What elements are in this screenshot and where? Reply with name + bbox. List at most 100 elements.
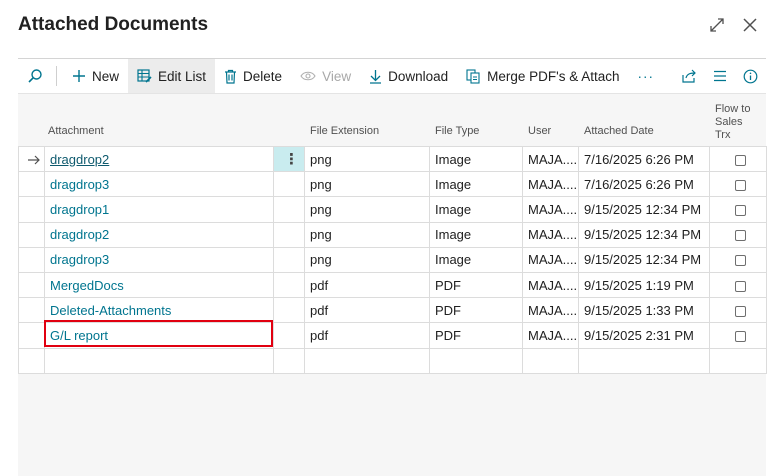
file-type-cell: Image [429, 221, 523, 248]
empty-new-row[interactable] [18, 347, 767, 374]
user-cell: MAJA.... [522, 221, 579, 248]
row-actions-cell[interactable]: ⋮ [273, 145, 305, 173]
more-options-button[interactable]: ··· [629, 59, 664, 93]
user-cell: MAJA.... [522, 171, 579, 198]
row-indicator[interactable] [18, 297, 45, 324]
share-button[interactable] [674, 59, 705, 93]
file-extension-cell: png [304, 246, 430, 273]
flow-to-sales-cell [709, 297, 767, 324]
flow-to-sales-checkbox[interactable] [735, 179, 746, 191]
file-extension-cell: png [304, 221, 430, 248]
table-row[interactable]: dragdrop2 ⋮ png Image MAJA.... 7/16/2025 6:26… [18, 145, 767, 173]
flow-header-line-2: Sales [715, 116, 743, 128]
empty-cell[interactable] [522, 347, 579, 374]
attachment-name-link[interactable]: MergedDocs [44, 271, 274, 299]
empty-cell[interactable] [709, 347, 767, 374]
column-header-file-extension[interactable]: File Extension [310, 94, 430, 146]
close-button[interactable] [739, 14, 761, 36]
view-button[interactable]: View [291, 59, 360, 93]
empty-cell[interactable] [578, 347, 710, 374]
attachment-name-link[interactable]: dragdrop2 [44, 221, 274, 248]
file-type-cell: PDF [429, 322, 523, 349]
row-indicator[interactable] [18, 171, 45, 198]
empty-cell[interactable] [304, 347, 430, 374]
attachment-name-link[interactable]: G/L report [44, 322, 274, 349]
empty-cell[interactable] [429, 347, 523, 374]
table-row[interactable]: MergedDocs pdf PDF MAJA.... 9/15/2025 1:19 P… [18, 271, 767, 299]
attachment-name-link[interactable]: dragdrop1 [44, 196, 274, 223]
dialog-title: Attached Documents [18, 14, 209, 35]
row-indicator[interactable] [18, 246, 45, 273]
list-view-button[interactable] [705, 59, 735, 93]
row-indicator[interactable] [18, 145, 45, 173]
row-actions-cell[interactable] [273, 246, 305, 273]
column-header-attachment[interactable]: Attachment [48, 94, 298, 146]
info-button[interactable] [735, 59, 766, 93]
attachment-name-link[interactable]: dragdrop3 [44, 246, 274, 273]
row-indicator[interactable] [18, 322, 45, 349]
row-actions-cell[interactable] [273, 171, 305, 198]
row-indicator[interactable] [18, 196, 45, 223]
close-icon [742, 17, 758, 33]
table-row[interactable]: dragdrop3 png Image MAJA.... 9/15/2025 12:34… [18, 246, 767, 273]
column-header-user[interactable]: User [528, 94, 583, 146]
attachment-name-link[interactable]: dragdrop3 [44, 171, 274, 198]
flow-to-sales-cell [709, 171, 767, 198]
expand-button[interactable] [706, 14, 728, 36]
flow-to-sales-checkbox[interactable] [735, 205, 746, 217]
row-actions-cell[interactable] [273, 297, 305, 324]
download-button[interactable]: Download [360, 59, 457, 93]
column-header-flow-to-sales-trx[interactable]: Flow to Sales Trx [715, 94, 765, 146]
empty-cell[interactable] [273, 347, 305, 374]
eye-icon [300, 70, 316, 82]
flow-header-line-3: Trx [715, 129, 731, 141]
flow-header-line-1: Flow to [715, 103, 751, 115]
flow-to-sales-checkbox[interactable] [735, 305, 746, 317]
flow-to-sales-checkbox[interactable] [735, 154, 746, 166]
row-actions-cell[interactable] [273, 221, 305, 248]
flow-to-sales-cell [709, 221, 767, 248]
table-row[interactable]: dragdrop2 png Image MAJA.... 9/15/2025 12:34… [18, 221, 767, 248]
toolbar-divider [56, 66, 57, 86]
vertical-ellipsis-icon[interactable]: ⋮ [284, 151, 299, 168]
attached-date-cell: 9/15/2025 12:34 PM [578, 196, 710, 223]
row-actions-cell[interactable] [273, 196, 305, 223]
file-type-cell: Image [429, 171, 523, 198]
row-actions-cell[interactable] [273, 271, 305, 299]
flow-to-sales-checkbox[interactable] [735, 330, 746, 342]
table-row[interactable]: G/L report pdf PDF MAJA.... 9/15/2025 2:31 P… [18, 322, 767, 349]
flow-to-sales-checkbox[interactable] [735, 255, 746, 267]
table-row[interactable]: Deleted-Attachments pdf PDF MAJA.... 9/15/20… [18, 297, 767, 324]
user-cell: MAJA.... [522, 145, 579, 173]
flow-to-sales-cell [709, 322, 767, 349]
edit-list-label: Edit List [158, 68, 207, 84]
empty-cell[interactable] [18, 347, 45, 374]
table-row[interactable]: dragdrop3 png Image MAJA.... 7/16/2025 6:26 … [18, 171, 767, 198]
attachment-name-link[interactable]: dragdrop2 [44, 145, 274, 173]
file-type-cell: PDF [429, 297, 523, 324]
user-cell: MAJA.... [522, 196, 579, 223]
column-header-attached-date[interactable]: Attached Date [584, 94, 714, 146]
merge-button-label: Merge PDF's & Attach [487, 68, 620, 84]
merge-pdf-attach-button[interactable]: Merge PDF's & Attach [457, 59, 628, 93]
file-extension-cell: pdf [304, 271, 430, 299]
table-row[interactable]: dragdrop1 png Image MAJA.... 9/15/2025 12:34… [18, 196, 767, 223]
attachment-name-link[interactable]: Deleted-Attachments [44, 297, 274, 324]
row-indicator[interactable] [18, 221, 45, 248]
edit-list-button[interactable]: Edit List [128, 59, 216, 93]
download-button-label: Download [388, 68, 449, 84]
expand-diagonal-icon [709, 17, 725, 33]
delete-button[interactable]: Delete [215, 59, 291, 93]
flow-to-sales-cell [709, 246, 767, 273]
file-type-cell: Image [429, 196, 523, 223]
search-button[interactable] [18, 59, 52, 93]
flow-to-sales-checkbox[interactable] [735, 230, 746, 242]
new-button[interactable]: New [63, 59, 128, 93]
action-bar: New Edit List Delete View Download Merge… [18, 58, 766, 94]
edit-list-icon [137, 69, 152, 83]
flow-to-sales-checkbox[interactable] [735, 280, 746, 292]
empty-cell[interactable] [44, 347, 274, 374]
row-actions-cell[interactable] [273, 322, 305, 349]
row-indicator[interactable] [18, 271, 45, 299]
column-header-file-type[interactable]: File Type [435, 94, 525, 146]
